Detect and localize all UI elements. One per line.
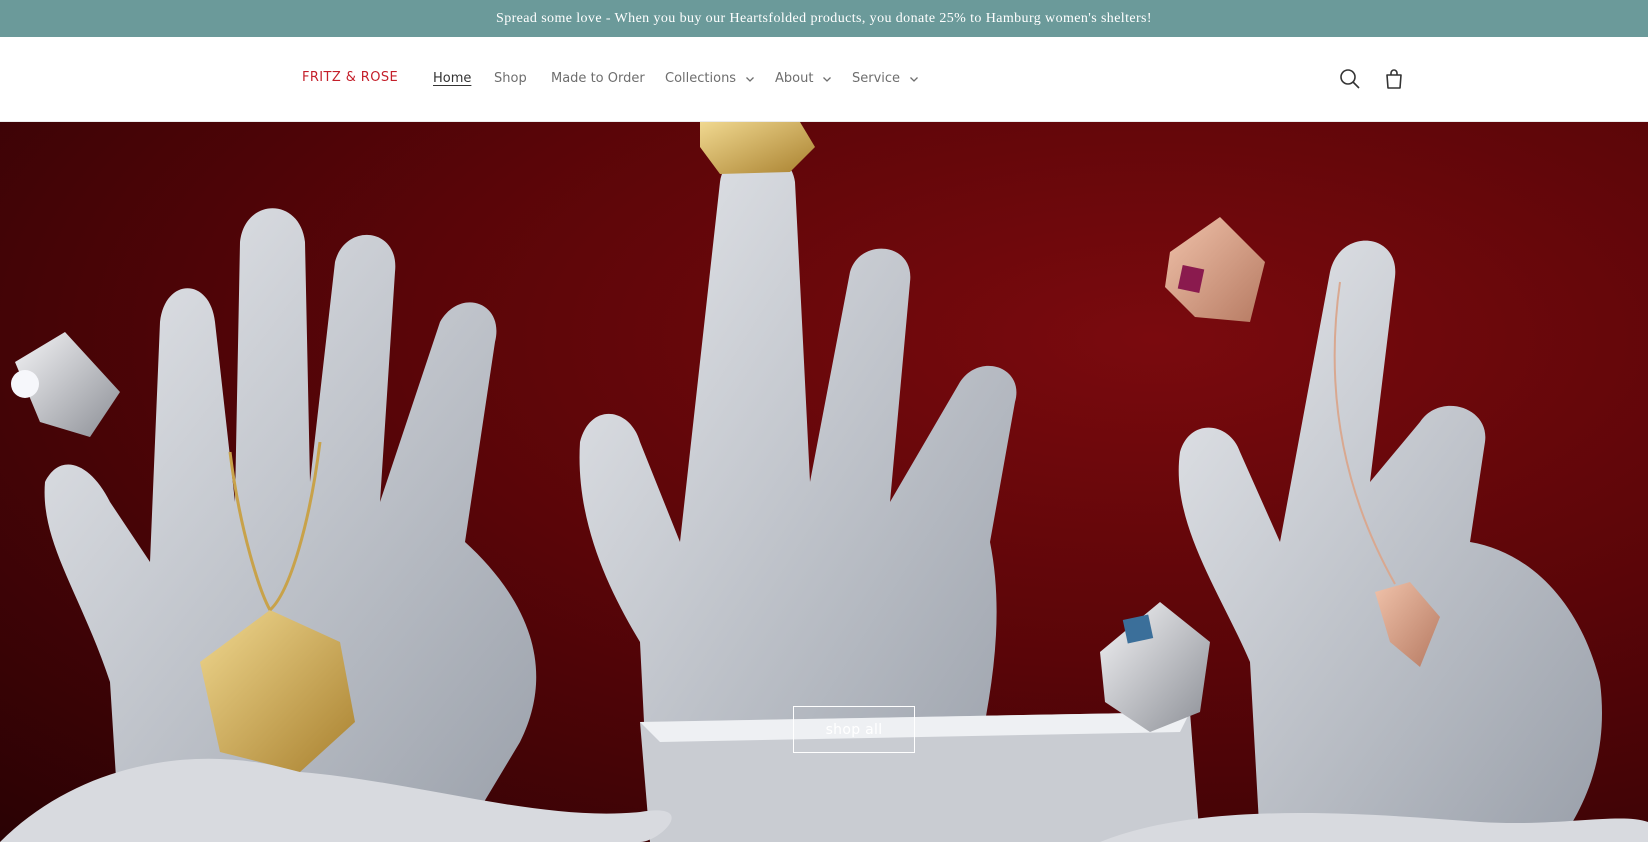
right-hand [1178, 240, 1602, 842]
chevron-down-icon [908, 73, 920, 85]
announcement-bar: Spread some love - When you buy our Hear… [0, 0, 1648, 37]
rose-ring-right [1165, 217, 1265, 322]
chevron-down-icon [744, 73, 756, 85]
chevron-down-icon [821, 73, 833, 85]
search-icon[interactable] [1338, 67, 1362, 91]
shop-all-button[interactable]: shop all [793, 706, 915, 753]
nav-about[interactable]: About [775, 71, 833, 86]
silver-ring-blue [1100, 602, 1210, 732]
nav-collections-label: Collections [665, 71, 737, 86]
nav-collections[interactable]: Collections [665, 71, 756, 86]
announcement-text: Spread some love - When you buy our Hear… [496, 10, 1152, 26]
nav-about-label: About [775, 71, 814, 86]
gold-ring-center [700, 122, 815, 174]
nav-service[interactable]: Service [852, 71, 920, 86]
nav-home[interactable]: Home [433, 71, 471, 86]
nav-shop[interactable]: Shop [494, 71, 527, 86]
nav-made-to-order[interactable]: Made to Order [551, 71, 645, 86]
site-header: FRITZ & ROSE Home Shop Made to Order Col… [0, 37, 1648, 122]
cart-icon[interactable] [1382, 67, 1406, 91]
hero-banner: shop all [0, 122, 1648, 842]
silver-ring-left [11, 332, 120, 437]
nav-service-label: Service [852, 71, 901, 86]
site-logo[interactable]: FRITZ & ROSE [302, 70, 398, 85]
